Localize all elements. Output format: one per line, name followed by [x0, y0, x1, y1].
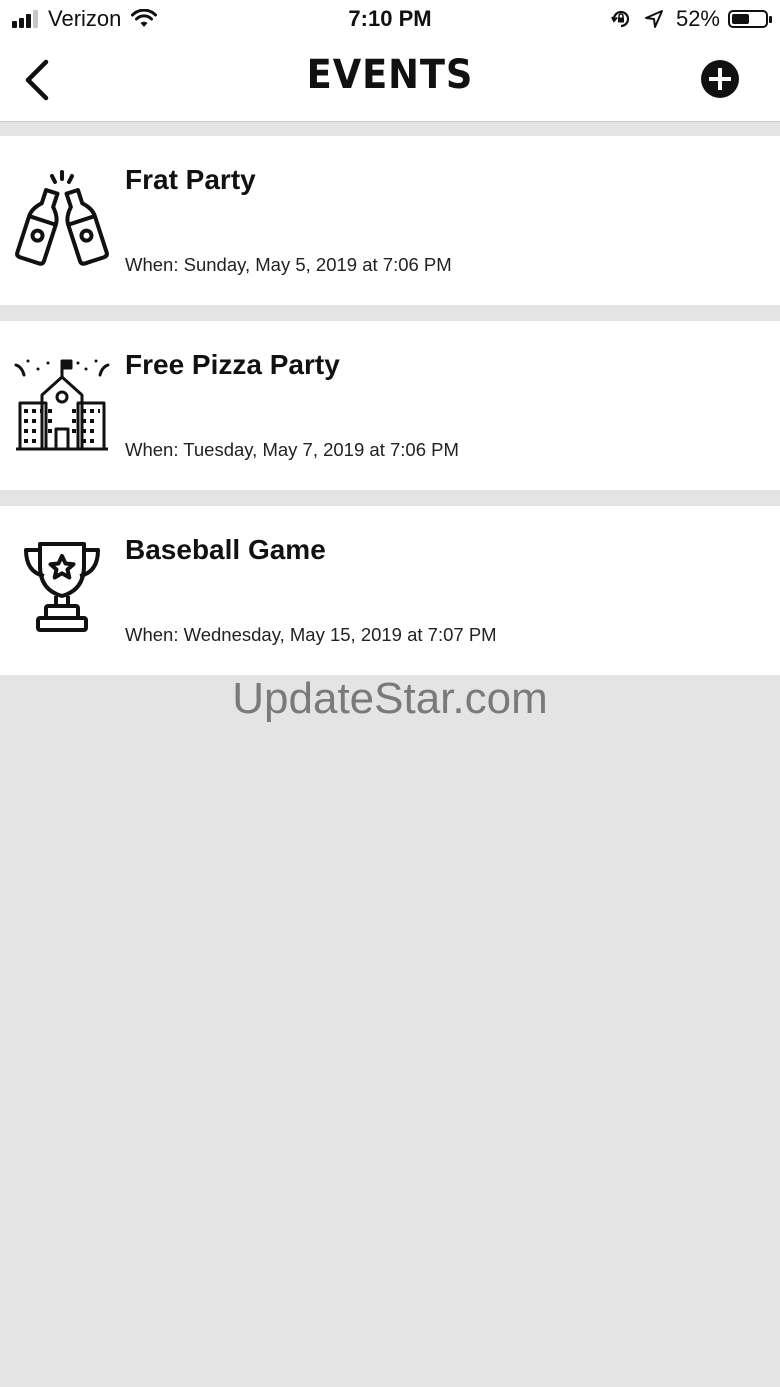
battery-icon — [728, 10, 772, 28]
event-title: Frat Party — [125, 164, 256, 195]
page-title: EVENTS — [306, 52, 474, 98]
event-card-baseball-game[interactable]: Baseball Game When: Wednesday, May 15, 2… — [0, 506, 780, 675]
rotation-lock-icon — [611, 10, 630, 28]
status-bar: Verizon 7:10 PM 52% — [0, 0, 780, 40]
battery-percent: 52% — [675, 6, 720, 31]
add-event-button[interactable] — [700, 59, 740, 99]
battery-level-fill — [732, 14, 749, 24]
event-card-frat-party[interactable]: Frat Party When: Sunday, May 5, 2019 at … — [0, 136, 780, 305]
event-title: Free Pizza Party — [125, 349, 340, 380]
event-date: When: Tuesday, May 7, 2019 at 7:06 PM — [125, 439, 459, 460]
event-date: When: Wednesday, May 15, 2019 at 7:07 PM — [125, 624, 497, 645]
event-date: When: Sunday, May 5, 2019 at 7:06 PM — [125, 254, 452, 275]
event-title: Baseball Game — [125, 534, 326, 565]
navigation-bar: EVENTS — [0, 40, 780, 122]
location-arrow-icon — [644, 10, 663, 28]
event-card-free-pizza-party[interactable]: Free Pizza Party When: Tuesday, May 7, 2… — [0, 321, 780, 490]
trophy-icon — [24, 542, 100, 632]
beer-bottles-icon — [15, 170, 109, 266]
school-building-icon — [14, 359, 110, 451]
watermark-text: UpdateStar.com — [232, 674, 548, 723]
status-right: 52% — [610, 6, 772, 32]
